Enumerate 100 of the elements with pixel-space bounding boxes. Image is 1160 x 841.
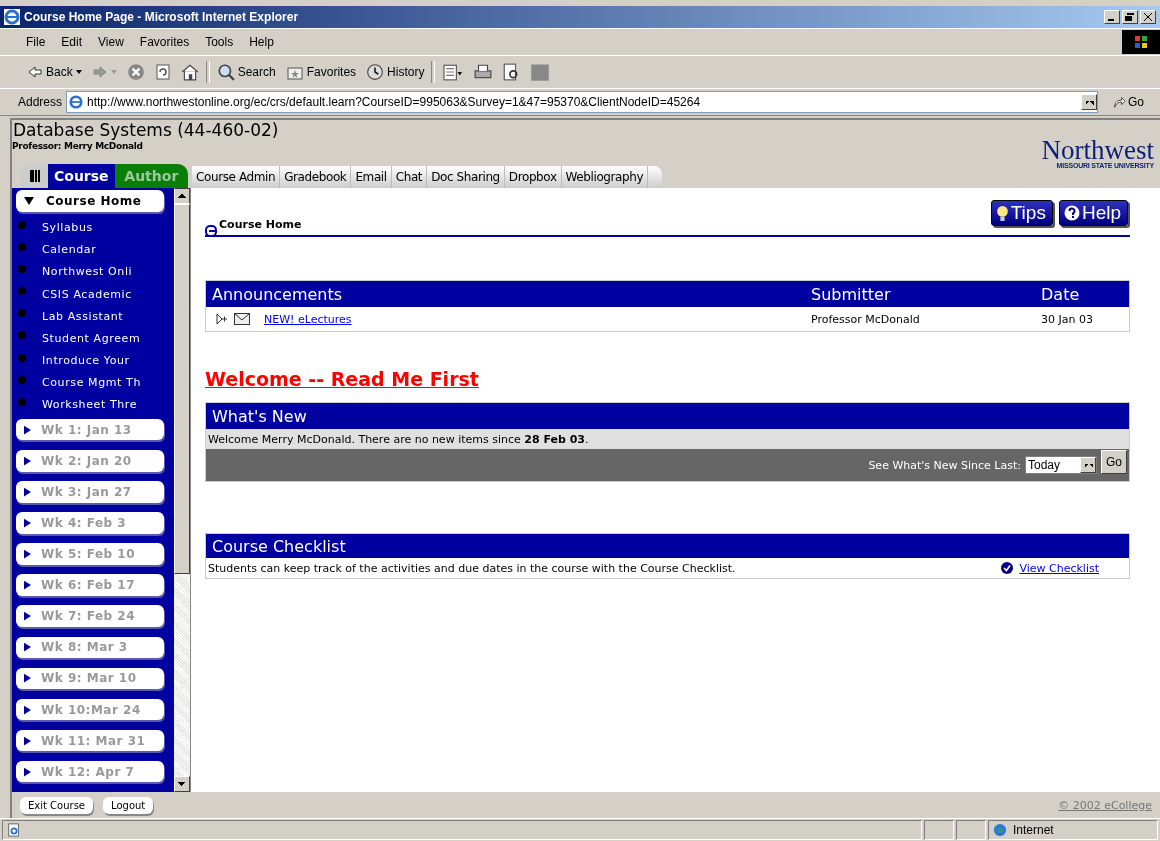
sidebar-section-button[interactable]: Course Home (16, 190, 164, 212)
search-button[interactable]: Search (213, 61, 279, 83)
triangle-down-icon (24, 196, 34, 205)
menu-item[interactable]: File (18, 35, 54, 49)
bullet-icon (18, 264, 26, 273)
sidebar-link[interactable]: Lab Assistant (42, 309, 124, 323)
table-cell-text: 30 Jan 03 (1041, 312, 1094, 326)
sidebar-link[interactable]: CSIS Academic (42, 287, 132, 301)
triangle-right-icon (24, 580, 31, 591)
mode-tab[interactable]: Course (48, 164, 115, 188)
home-icon (180, 63, 199, 81)
document-icon (442, 63, 465, 81)
close-button[interactable] (1140, 10, 1156, 24)
sidebar-link[interactable]: Course Mgmt Th (42, 376, 141, 390)
announcement-link[interactable]: NEW! eLectures (264, 312, 352, 326)
help-button[interactable]: Help (1058, 200, 1128, 226)
check-icon (1001, 562, 1014, 574)
minimize-button[interactable] (1104, 10, 1120, 24)
star-folder-icon (285, 64, 304, 80)
bullet-icon (18, 331, 26, 340)
arrow-icon (1112, 95, 1126, 109)
bullet-icon (18, 287, 26, 296)
bullet-icon (18, 220, 26, 229)
section-title: What's New (212, 406, 307, 426)
menu-item[interactable]: Tools (197, 35, 242, 49)
printer-icon (474, 63, 493, 81)
breadcrumb: Course Home (219, 218, 302, 231)
status-pane (956, 820, 986, 840)
triangle-right-icon (24, 735, 31, 746)
square-icon (530, 62, 551, 82)
sidebar-link[interactable]: Worksheet Thre (42, 398, 138, 412)
window-title: Course Home Page - Microsoft Internet Explorer (24, 10, 300, 24)
professor-name: Professor: Merry McDonald (12, 140, 144, 152)
column-header: Date (1041, 284, 1081, 304)
restore-button[interactable] (1122, 10, 1138, 24)
footer-button[interactable]: Exit Course (20, 796, 94, 814)
clock-icon (366, 63, 385, 81)
search-icon (216, 63, 235, 81)
collapse-button[interactable] (20, 164, 48, 188)
since-dropdown[interactable]: Today (1025, 456, 1097, 474)
logo-name: Northwest (1041, 138, 1154, 162)
left-arrow-icon (27, 64, 43, 80)
section-title: Course Checklist (212, 536, 346, 556)
triangle-right-icon (24, 642, 31, 653)
browser-icon (4, 9, 20, 25)
whats-new-message: Welcome Merry McDonald. There are no new items since 28 Feb 03. (208, 432, 589, 446)
envelope-icon (234, 313, 250, 325)
menu-item[interactable]: Favorites (131, 35, 198, 49)
bullet-icon (18, 375, 26, 384)
triangle-right-icon (24, 611, 31, 622)
bullet-icon (18, 309, 26, 318)
caret-icon (110, 70, 117, 74)
lightbulb-icon (995, 204, 1009, 222)
globe-icon (993, 823, 1007, 837)
back-button[interactable]: Back (24, 62, 85, 82)
expand-icon[interactable] (216, 313, 228, 325)
checklist-description: Students can keep track of the activities and due dates in the course with the Course Checklist. (208, 561, 736, 575)
triangle-right-icon (24, 673, 31, 684)
favorites-button[interactable]: Favorites (282, 62, 360, 82)
caret-icon (75, 70, 82, 74)
stop-icon (126, 63, 145, 81)
sidebar-link[interactable]: Student Agreem (42, 331, 141, 345)
menu-item[interactable]: View (90, 35, 132, 49)
menu-item[interactable]: Edit (53, 35, 91, 49)
triangle-right-icon (24, 517, 31, 528)
scrollbar[interactable] (174, 188, 190, 792)
go-button[interactable]: Go (1101, 450, 1127, 474)
column-header: Announcements (212, 284, 344, 304)
footer-button[interactable]: Logout (103, 796, 154, 814)
refresh-icon (154, 64, 171, 80)
history-button[interactable]: History (363, 61, 428, 83)
bullet-icon (18, 397, 26, 406)
triangle-right-icon (24, 766, 31, 777)
go-button[interactable]: Go (1102, 95, 1160, 109)
sidebar-link[interactable]: Northwest Onli (42, 265, 133, 279)
triangle-right-icon (24, 424, 31, 435)
bullet-icon (18, 242, 26, 251)
dropdown-button[interactable] (1081, 94, 1097, 110)
table-cell-text: Professor McDonald (811, 312, 921, 326)
right-arrow-icon (91, 64, 108, 80)
address-label: Address (18, 95, 63, 109)
page-icon (69, 95, 84, 109)
question-icon (1063, 205, 1080, 221)
windows-logo-icon (1122, 30, 1160, 54)
column-header: Submitter (811, 284, 892, 304)
page-icon (7, 823, 21, 837)
checklist-link[interactable]: View Checklist (1019, 561, 1099, 575)
bullet-icon (18, 353, 26, 362)
sidebar-link[interactable]: Introduce Your (42, 354, 130, 367)
status-pane (924, 820, 954, 840)
sidebar-link[interactable]: Calendar (42, 243, 97, 257)
sidebar-link[interactable]: Syllabus (42, 221, 93, 235)
triangle-right-icon (24, 549, 31, 560)
welcome-link[interactable]: Welcome -- Read Me First (205, 368, 479, 390)
triangle-right-icon (24, 455, 31, 466)
filter-label: See What's New Since Last: (868, 458, 1021, 472)
tips-button[interactable]: Tips (990, 200, 1053, 226)
menu-item[interactable]: Help (241, 35, 282, 49)
course-title: Database Systems (44-460-02) (12, 120, 280, 140)
triangle-right-icon (24, 486, 31, 497)
